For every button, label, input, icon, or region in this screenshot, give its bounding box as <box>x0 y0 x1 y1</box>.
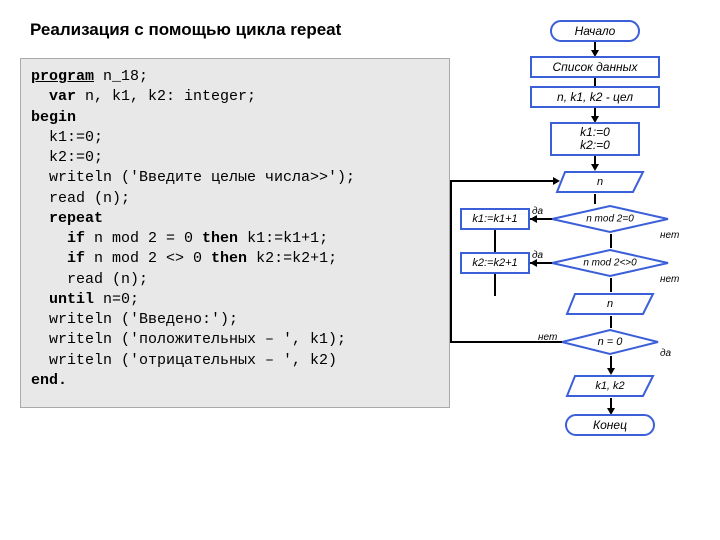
fc-read-n: n <box>555 170 645 199</box>
kw-if: if <box>31 230 85 247</box>
connector <box>450 180 555 182</box>
code-text: writeln ('Введите целые числа>>'); <box>31 169 355 186</box>
connector <box>610 316 612 328</box>
kw-until: until <box>31 291 94 308</box>
code-text: k1:=k1+1; <box>238 230 328 247</box>
flowchart: Начало Список данных n, k1, k2 - цел k1:… <box>460 10 720 540</box>
fc-text: k1, k2 <box>565 380 655 392</box>
connector <box>450 341 562 343</box>
connector <box>610 278 612 292</box>
arrow-icon <box>553 177 560 185</box>
kw-begin: begin <box>31 109 76 126</box>
fc-text: n mod 2=0 <box>550 214 670 225</box>
code-text: n=0; <box>94 291 139 308</box>
code-text: n mod 2 = 0 <box>85 230 202 247</box>
page-title: Реализация с помощью цикла repeat <box>30 20 430 40</box>
arrow-icon <box>530 215 537 223</box>
code-text: writeln ('отрицательных – ', k2) <box>31 352 337 369</box>
code-text: n, k1, k2: integer; <box>76 88 256 105</box>
connector <box>450 180 452 343</box>
code-text: n_18; <box>94 68 148 85</box>
fc-text: n <box>565 298 655 310</box>
fc-data-list: Список данных <box>530 56 660 78</box>
code-text: k2:=0; <box>31 149 103 166</box>
fc-text: k2:=0 <box>580 139 610 152</box>
label-yes: да <box>660 348 671 359</box>
code-listing: program n_18; var n, k1, k2: integer; be… <box>20 58 450 408</box>
arrow-icon <box>530 259 537 267</box>
code-text: k1:=0; <box>31 129 103 146</box>
connector <box>494 274 496 296</box>
kw-if: if <box>31 250 85 267</box>
fc-text: n mod 2<>0 <box>550 258 670 269</box>
connector <box>594 194 596 204</box>
code-text: read (n); <box>31 271 148 288</box>
connector <box>610 234 612 248</box>
code-text: k2:=k2+1; <box>247 250 337 267</box>
kw-then: then <box>211 250 247 267</box>
fc-text: n = 0 <box>560 336 660 348</box>
code-text: read (n); <box>31 190 130 207</box>
code-text: n mod 2 <> 0 <box>85 250 211 267</box>
connector <box>594 78 596 86</box>
code-text: writeln ('положительных – ', k1); <box>31 331 346 348</box>
fc-init: k1:=0 k2:=0 <box>550 122 640 156</box>
kw-var: var <box>31 88 76 105</box>
kw-program: program <box>31 68 94 85</box>
fc-assign2: k2:=k2+1 <box>460 252 530 274</box>
label-no: нет <box>660 274 679 285</box>
connector <box>494 230 496 252</box>
label-no: нет <box>660 230 679 241</box>
code-text: writeln ('Введено:'); <box>31 311 238 328</box>
fc-start: Начало <box>550 20 640 42</box>
fc-assign1: k1:=k1+1 <box>460 208 530 230</box>
kw-end: end. <box>31 372 67 389</box>
fc-text: n <box>555 176 645 188</box>
fc-end: Конец <box>565 414 655 436</box>
kw-repeat: repeat <box>31 210 103 227</box>
kw-then: then <box>202 230 238 247</box>
fc-vars: n, k1, k2 - цел <box>530 86 660 108</box>
